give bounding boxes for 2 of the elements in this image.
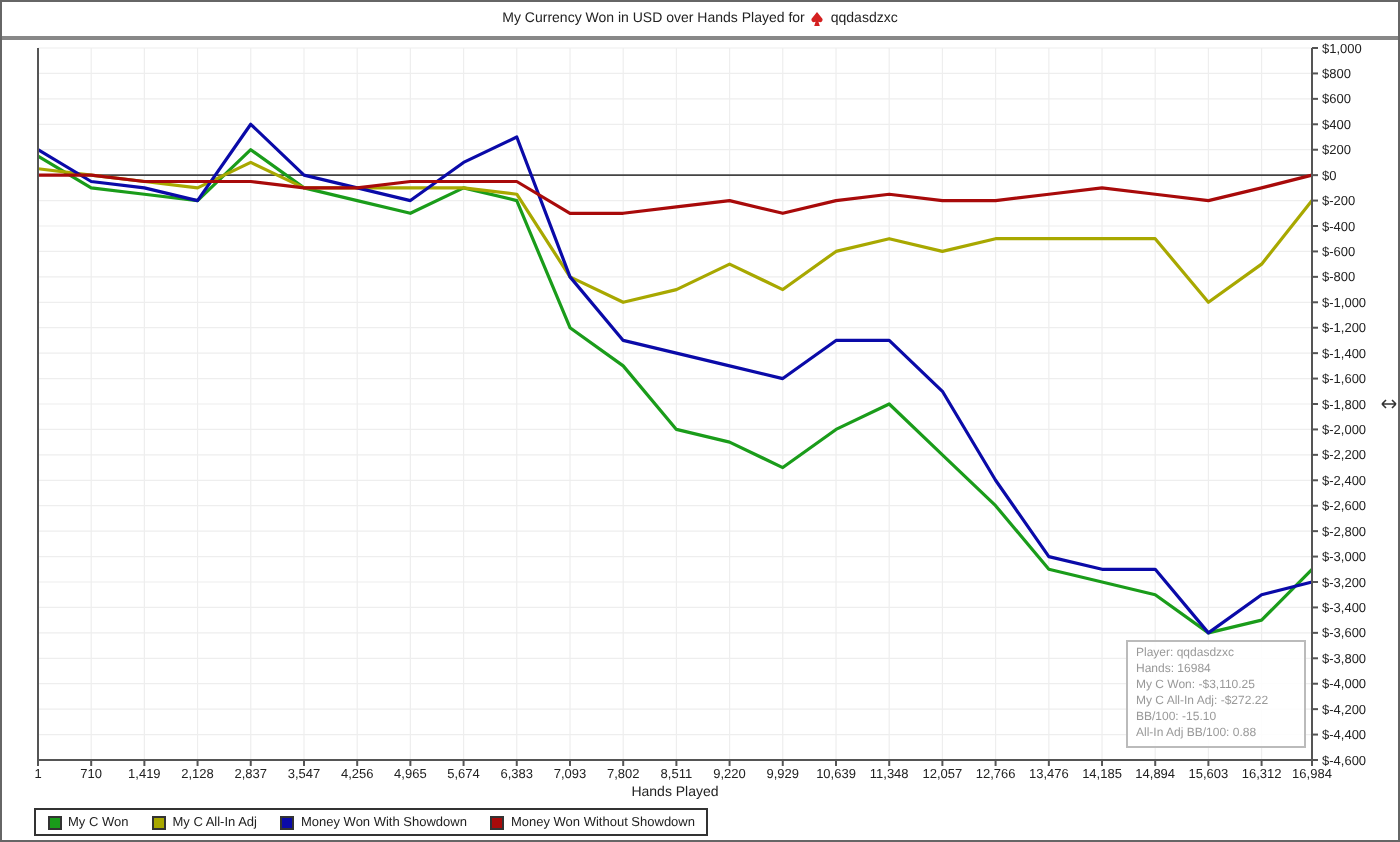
spade-logo-icon	[810, 12, 825, 26]
resize-arrow-icon	[1381, 399, 1397, 409]
